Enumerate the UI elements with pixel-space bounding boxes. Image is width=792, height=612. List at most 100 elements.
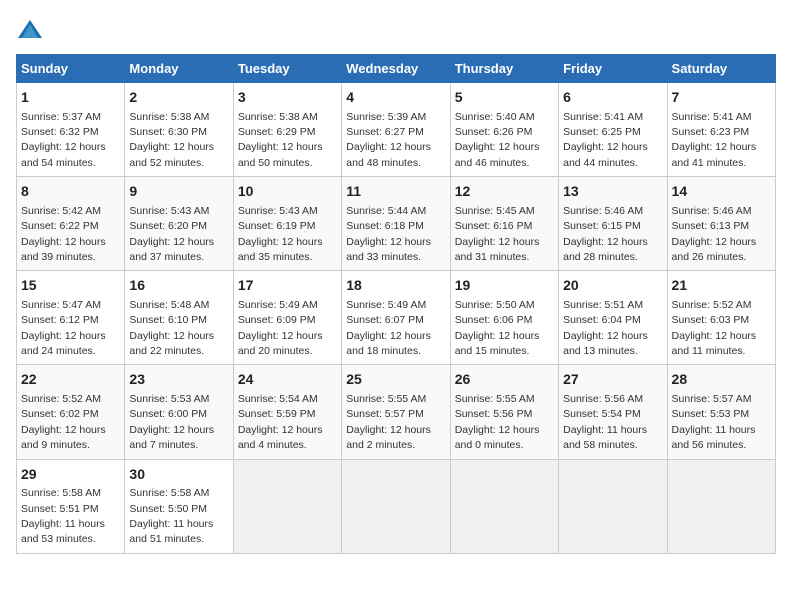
day-info: Sunrise: 5:43 AMSunset: 6:20 PMDaylight:… (129, 205, 214, 263)
day-number: 14 (672, 182, 771, 202)
day-number: 21 (672, 276, 771, 296)
calendar-cell: 22 Sunrise: 5:52 AMSunset: 6:02 PMDaylig… (17, 365, 125, 459)
calendar-cell: 23 Sunrise: 5:53 AMSunset: 6:00 PMDaylig… (125, 365, 233, 459)
weekday-header: Thursday (450, 55, 558, 83)
calendar-week-row: 22 Sunrise: 5:52 AMSunset: 6:02 PMDaylig… (17, 365, 776, 459)
calendar-cell: 14 Sunrise: 5:46 AMSunset: 6:13 PMDaylig… (667, 177, 775, 271)
day-info: Sunrise: 5:40 AMSunset: 6:26 PMDaylight:… (455, 111, 540, 169)
day-info: Sunrise: 5:46 AMSunset: 6:15 PMDaylight:… (563, 205, 648, 263)
calendar-cell: 3 Sunrise: 5:38 AMSunset: 6:29 PMDayligh… (233, 83, 341, 177)
calendar-cell: 29 Sunrise: 5:58 AMSunset: 5:51 PMDaylig… (17, 459, 125, 553)
calendar-week-row: 29 Sunrise: 5:58 AMSunset: 5:51 PMDaylig… (17, 459, 776, 553)
logo-icon (16, 16, 44, 44)
day-number: 27 (563, 370, 662, 390)
day-info: Sunrise: 5:57 AMSunset: 5:53 PMDaylight:… (672, 393, 756, 451)
day-number: 29 (21, 465, 120, 485)
day-info: Sunrise: 5:54 AMSunset: 5:59 PMDaylight:… (238, 393, 323, 451)
day-number: 11 (346, 182, 445, 202)
calendar-cell: 12 Sunrise: 5:45 AMSunset: 6:16 PMDaylig… (450, 177, 558, 271)
day-info: Sunrise: 5:58 AMSunset: 5:51 PMDaylight:… (21, 487, 105, 545)
calendar-cell: 25 Sunrise: 5:55 AMSunset: 5:57 PMDaylig… (342, 365, 450, 459)
calendar-cell: 4 Sunrise: 5:39 AMSunset: 6:27 PMDayligh… (342, 83, 450, 177)
calendar-cell: 5 Sunrise: 5:40 AMSunset: 6:26 PMDayligh… (450, 83, 558, 177)
calendar-week-row: 15 Sunrise: 5:47 AMSunset: 6:12 PMDaylig… (17, 271, 776, 365)
calendar-cell: 8 Sunrise: 5:42 AMSunset: 6:22 PMDayligh… (17, 177, 125, 271)
day-number: 24 (238, 370, 337, 390)
day-number: 18 (346, 276, 445, 296)
day-number: 15 (21, 276, 120, 296)
page-header (16, 16, 776, 44)
calendar-cell: 17 Sunrise: 5:49 AMSunset: 6:09 PMDaylig… (233, 271, 341, 365)
day-number: 2 (129, 88, 228, 108)
logo (16, 16, 48, 44)
day-number: 12 (455, 182, 554, 202)
day-number: 30 (129, 465, 228, 485)
calendar-cell: 30 Sunrise: 5:58 AMSunset: 5:50 PMDaylig… (125, 459, 233, 553)
calendar-header: SundayMondayTuesdayWednesdayThursdayFrid… (17, 55, 776, 83)
day-info: Sunrise: 5:39 AMSunset: 6:27 PMDaylight:… (346, 111, 431, 169)
weekday-header: Monday (125, 55, 233, 83)
calendar-cell (667, 459, 775, 553)
weekday-header: Saturday (667, 55, 775, 83)
day-info: Sunrise: 5:52 AMSunset: 6:03 PMDaylight:… (672, 299, 757, 357)
calendar-cell: 27 Sunrise: 5:56 AMSunset: 5:54 PMDaylig… (559, 365, 667, 459)
calendar-cell (342, 459, 450, 553)
day-info: Sunrise: 5:38 AMSunset: 6:29 PMDaylight:… (238, 111, 323, 169)
calendar-week-row: 1 Sunrise: 5:37 AMSunset: 6:32 PMDayligh… (17, 83, 776, 177)
calendar-cell: 2 Sunrise: 5:38 AMSunset: 6:30 PMDayligh… (125, 83, 233, 177)
day-number: 8 (21, 182, 120, 202)
day-number: 25 (346, 370, 445, 390)
day-number: 10 (238, 182, 337, 202)
day-info: Sunrise: 5:42 AMSunset: 6:22 PMDaylight:… (21, 205, 106, 263)
calendar-cell: 19 Sunrise: 5:50 AMSunset: 6:06 PMDaylig… (450, 271, 558, 365)
calendar-cell: 6 Sunrise: 5:41 AMSunset: 6:25 PMDayligh… (559, 83, 667, 177)
day-number: 20 (563, 276, 662, 296)
calendar-cell (450, 459, 558, 553)
calendar-cell (559, 459, 667, 553)
day-number: 4 (346, 88, 445, 108)
day-number: 19 (455, 276, 554, 296)
day-number: 28 (672, 370, 771, 390)
day-info: Sunrise: 5:51 AMSunset: 6:04 PMDaylight:… (563, 299, 648, 357)
calendar-cell: 1 Sunrise: 5:37 AMSunset: 6:32 PMDayligh… (17, 83, 125, 177)
weekday-header: Sunday (17, 55, 125, 83)
calendar-cell: 24 Sunrise: 5:54 AMSunset: 5:59 PMDaylig… (233, 365, 341, 459)
calendar-cell: 11 Sunrise: 5:44 AMSunset: 6:18 PMDaylig… (342, 177, 450, 271)
day-number: 6 (563, 88, 662, 108)
day-info: Sunrise: 5:56 AMSunset: 5:54 PMDaylight:… (563, 393, 647, 451)
day-info: Sunrise: 5:55 AMSunset: 5:57 PMDaylight:… (346, 393, 431, 451)
day-info: Sunrise: 5:44 AMSunset: 6:18 PMDaylight:… (346, 205, 431, 263)
day-info: Sunrise: 5:43 AMSunset: 6:19 PMDaylight:… (238, 205, 323, 263)
day-info: Sunrise: 5:47 AMSunset: 6:12 PMDaylight:… (21, 299, 106, 357)
weekday-header: Wednesday (342, 55, 450, 83)
calendar-body: 1 Sunrise: 5:37 AMSunset: 6:32 PMDayligh… (17, 83, 776, 554)
day-info: Sunrise: 5:38 AMSunset: 6:30 PMDaylight:… (129, 111, 214, 169)
calendar-week-row: 8 Sunrise: 5:42 AMSunset: 6:22 PMDayligh… (17, 177, 776, 271)
day-info: Sunrise: 5:45 AMSunset: 6:16 PMDaylight:… (455, 205, 540, 263)
day-info: Sunrise: 5:53 AMSunset: 6:00 PMDaylight:… (129, 393, 214, 451)
day-info: Sunrise: 5:41 AMSunset: 6:25 PMDaylight:… (563, 111, 648, 169)
calendar-cell: 16 Sunrise: 5:48 AMSunset: 6:10 PMDaylig… (125, 271, 233, 365)
day-number: 3 (238, 88, 337, 108)
day-number: 22 (21, 370, 120, 390)
day-number: 16 (129, 276, 228, 296)
day-info: Sunrise: 5:50 AMSunset: 6:06 PMDaylight:… (455, 299, 540, 357)
calendar-cell: 21 Sunrise: 5:52 AMSunset: 6:03 PMDaylig… (667, 271, 775, 365)
calendar-cell: 7 Sunrise: 5:41 AMSunset: 6:23 PMDayligh… (667, 83, 775, 177)
calendar-cell: 26 Sunrise: 5:55 AMSunset: 5:56 PMDaylig… (450, 365, 558, 459)
day-info: Sunrise: 5:49 AMSunset: 6:09 PMDaylight:… (238, 299, 323, 357)
day-number: 7 (672, 88, 771, 108)
day-info: Sunrise: 5:41 AMSunset: 6:23 PMDaylight:… (672, 111, 757, 169)
calendar-cell: 18 Sunrise: 5:49 AMSunset: 6:07 PMDaylig… (342, 271, 450, 365)
day-info: Sunrise: 5:48 AMSunset: 6:10 PMDaylight:… (129, 299, 214, 357)
calendar-cell: 20 Sunrise: 5:51 AMSunset: 6:04 PMDaylig… (559, 271, 667, 365)
day-number: 9 (129, 182, 228, 202)
day-info: Sunrise: 5:58 AMSunset: 5:50 PMDaylight:… (129, 487, 213, 545)
day-info: Sunrise: 5:55 AMSunset: 5:56 PMDaylight:… (455, 393, 540, 451)
day-number: 1 (21, 88, 120, 108)
day-info: Sunrise: 5:49 AMSunset: 6:07 PMDaylight:… (346, 299, 431, 357)
day-number: 23 (129, 370, 228, 390)
calendar-table: SundayMondayTuesdayWednesdayThursdayFrid… (16, 54, 776, 554)
day-number: 17 (238, 276, 337, 296)
calendar-cell (233, 459, 341, 553)
